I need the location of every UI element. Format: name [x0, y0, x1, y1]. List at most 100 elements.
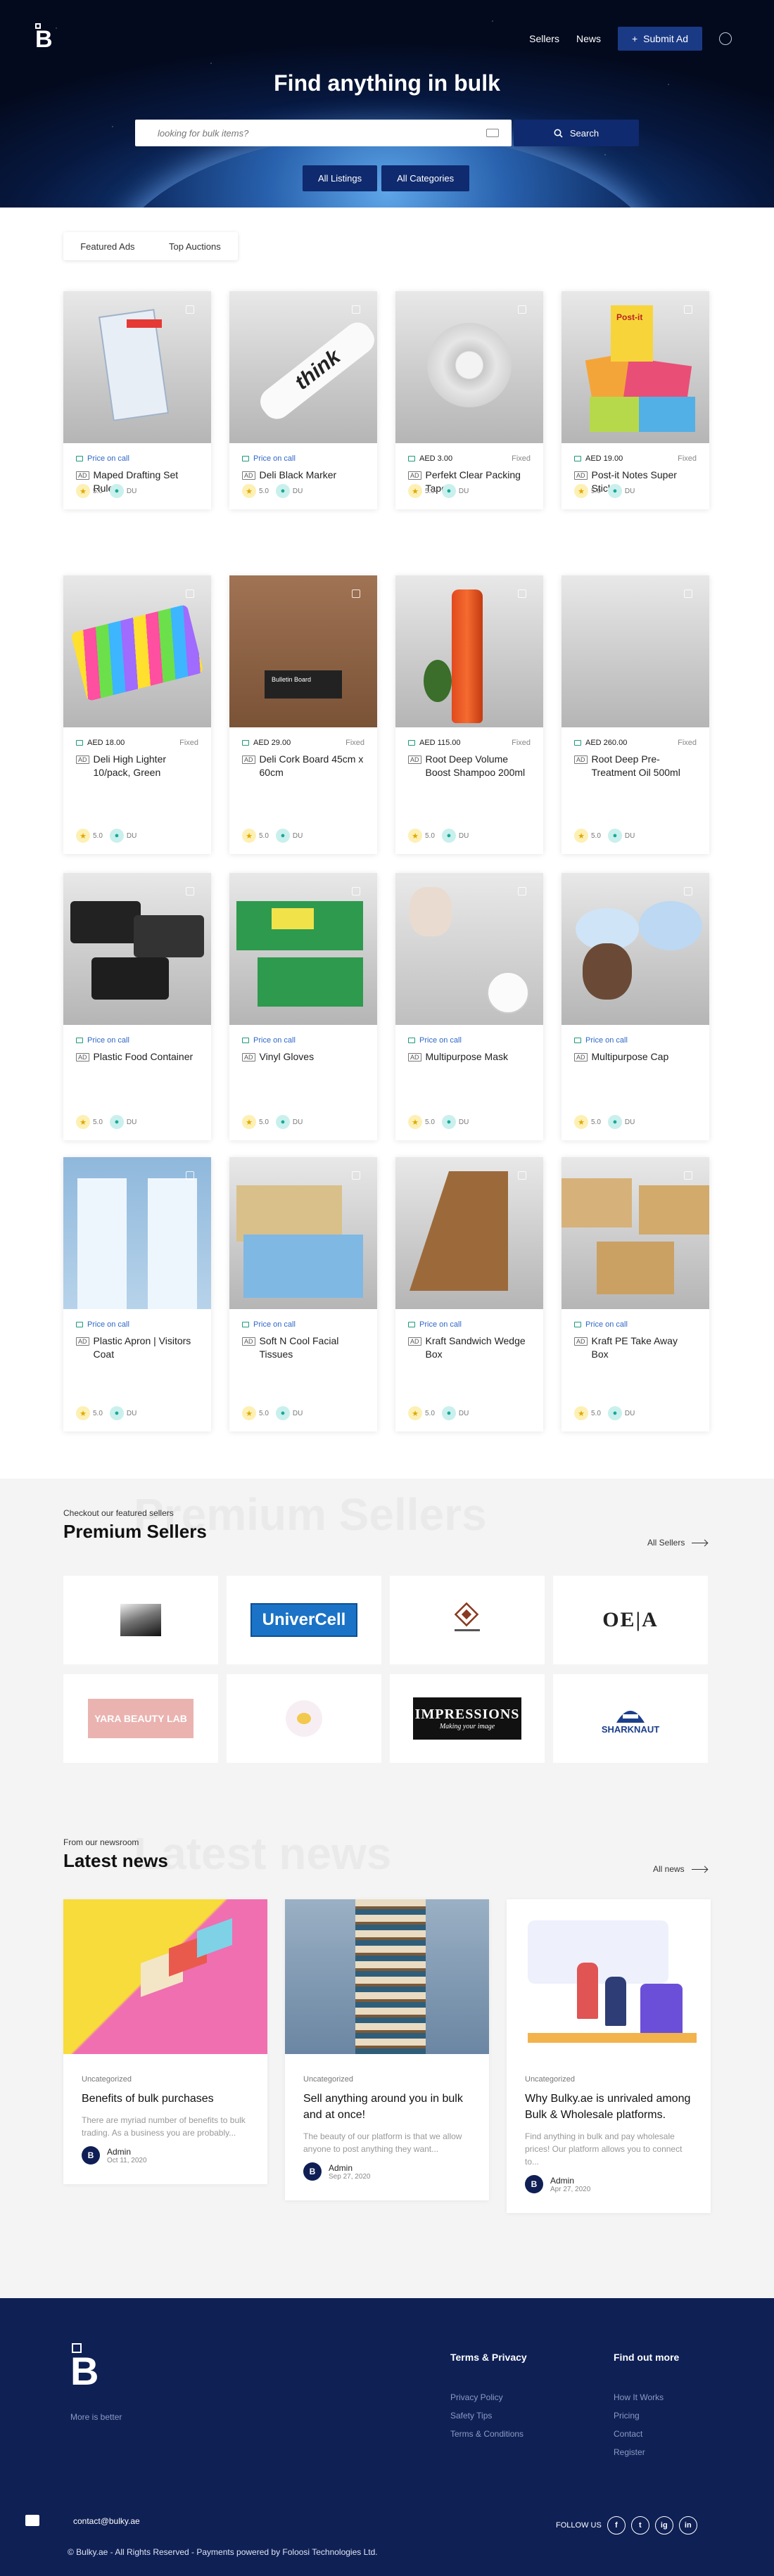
listing-title[interactable]: AD Kraft Sandwich Wedge Box — [408, 1334, 531, 1361]
news-card-2[interactable]: Uncategorized Sell anything around you i… — [285, 1899, 489, 2200]
tab-featured-ads[interactable]: Featured Ads — [80, 241, 134, 252]
link-privacy-policy[interactable]: Privacy Policy — [450, 2388, 524, 2406]
listing-image[interactable] — [63, 575, 211, 727]
listing-card[interactable]: think Price on call AD Deli Black Marker ★ 5.… — [229, 291, 377, 509]
heart-icon[interactable] — [684, 589, 692, 598]
listing-image[interactable] — [562, 873, 709, 1025]
listing-image[interactable] — [229, 873, 377, 1025]
submit-ad-button[interactable]: + Submit Ad — [617, 27, 702, 51]
user-icon[interactable] — [719, 32, 732, 45]
listing-title[interactable]: AD Plastic Apron | Visitors Coat — [76, 1334, 198, 1361]
heart-icon[interactable] — [186, 887, 194, 895]
listing-title[interactable]: AD Deli High Lighter 10/pack, Green — [76, 753, 198, 779]
listing-card[interactable]: AED 3.00 Fixed AD Perfekt Clear Packing Tap… — [395, 291, 543, 509]
chat-icon[interactable] — [25, 2515, 39, 2526]
listing-image[interactable] — [229, 1157, 377, 1309]
link-pricing[interactable]: Pricing — [614, 2406, 664, 2425]
listing-image[interactable] — [562, 1157, 709, 1309]
listing-title[interactable]: AD Deli Black Marker — [242, 468, 364, 482]
link-register[interactable]: Register — [614, 2443, 664, 2461]
heart-icon[interactable] — [518, 887, 526, 895]
listing-card[interactable]: Price on call AD Kraft PE Take Away Box ★ 5.… — [562, 1157, 709, 1432]
heart-icon[interactable] — [186, 305, 194, 314]
listing-card[interactable]: AED 115.00 Fixed AD Root Deep Volume Boost … — [395, 575, 543, 854]
link-terms[interactable]: Terms & Conditions — [450, 2425, 524, 2443]
tab-all-categories[interactable]: All Categories — [381, 165, 470, 191]
search-button[interactable]: Search — [514, 120, 639, 146]
heart-icon[interactable] — [518, 1171, 526, 1180]
listing-title[interactable]: AD Root Deep Pre-Treatment Oil 500ml — [574, 753, 697, 779]
facebook-icon[interactable]: f — [607, 2516, 626, 2534]
seller-logo-sharknaut[interactable]: SHARKNAUT — [553, 1674, 708, 1763]
tab-top-auctions[interactable]: Top Auctions — [169, 241, 221, 252]
nav-sellers[interactable]: Sellers — [529, 33, 559, 44]
listing-image[interactable] — [63, 1157, 211, 1309]
search-input[interactable] — [135, 120, 512, 146]
linkedin-icon[interactable]: in — [678, 2516, 697, 2534]
site-logo[interactable]: B — [35, 23, 56, 53]
listing-card[interactable]: Post-it AED 19.00 Fixed AD Post-it Notes Sup… — [562, 291, 709, 509]
listing-card[interactable]: Price on call AD Multipurpose Cap ★ 5.0 ● DU — [562, 873, 709, 1140]
listing-title[interactable]: AD Root Deep Volume Boost Shampoo 200ml — [408, 753, 531, 779]
listing-card[interactable]: Price on call AD Multipurpose Mask ★ 5.0 ● DU — [395, 873, 543, 1140]
heart-icon[interactable] — [186, 589, 194, 598]
listing-card[interactable]: Price on call AD Soft N Cool Facial Tissue… — [229, 1157, 377, 1432]
heart-icon[interactable] — [518, 589, 526, 598]
listing-title[interactable]: AD Soft N Cool Facial Tissues — [242, 1334, 364, 1361]
listing-title[interactable]: AD Deli Cork Board 45cm x 60cm — [242, 753, 364, 779]
listing-image[interactable]: think — [229, 291, 377, 443]
listing-card[interactable]: Price on call AD Plastic Apron | Visitors … — [63, 1157, 211, 1432]
news-card-1[interactable]: Uncategorized Benefits of bulk purchases… — [63, 1899, 267, 2184]
listing-card[interactable]: AED 260.00 Fixed AD Root Deep Pre-Treatment… — [562, 575, 709, 854]
listing-card[interactable]: Price on call AD Kraft Sandwich Wedge Box ★… — [395, 1157, 543, 1432]
seller-logo-1[interactable] — [63, 1576, 218, 1664]
seller-logo-impressions[interactable]: IMPRESSIONS Making your image — [390, 1674, 545, 1763]
listing-title[interactable]: AD Vinyl Gloves — [242, 1050, 364, 1064]
tab-all-listings[interactable]: All Listings — [303, 165, 378, 191]
heart-icon[interactable] — [186, 1171, 194, 1180]
listing-card[interactable]: Price on call AD Vinyl Gloves ★ 5.0 ● DU — [229, 873, 377, 1140]
link-safety-tips[interactable]: Safety Tips — [450, 2406, 524, 2425]
listing-image[interactable]: Bulletin Board — [229, 575, 377, 727]
heart-icon[interactable] — [352, 589, 360, 598]
instagram-icon[interactable]: ig — [654, 2516, 673, 2534]
seller-logo-yara[interactable]: YARA BEAUTY LAB — [63, 1674, 218, 1763]
twitter-icon[interactable]: t — [630, 2516, 649, 2534]
listing-card[interactable]: Price on call AD Maped Drafting Set Rulers… — [63, 291, 211, 509]
link-how-it-works[interactable]: How It Works — [614, 2388, 664, 2406]
heart-icon[interactable] — [684, 887, 692, 895]
all-sellers-link[interactable]: All Sellers — [647, 1538, 708, 1548]
listing-image[interactable] — [395, 575, 543, 727]
listing-image[interactable] — [395, 1157, 543, 1309]
heart-icon[interactable] — [684, 305, 692, 314]
news-title-2[interactable]: Sell anything around you in bulk and at … — [303, 2091, 471, 2123]
listing-image[interactable] — [562, 575, 709, 727]
listing-card[interactable]: Bulletin Board AED 29.00 Fixed AD Deli Cork … — [229, 575, 377, 854]
news-title-3[interactable]: Why Bulky.ae is unrivaled among Bulk & W… — [525, 2091, 692, 2123]
link-contact[interactable]: Contact — [614, 2425, 664, 2443]
seller-logo-oea[interactable]: OE|A — [553, 1576, 708, 1664]
listing-image[interactable]: Post-it — [562, 291, 709, 443]
listing-image[interactable] — [63, 873, 211, 1025]
listing-image[interactable] — [395, 291, 543, 443]
seller-logo-6[interactable] — [227, 1674, 381, 1763]
all-news-link[interactable]: All news — [653, 1864, 707, 1874]
news-title-1[interactable]: Benefits of bulk purchases — [82, 2091, 249, 2107]
nav-news[interactable]: News — [576, 33, 601, 44]
listing-title[interactable]: AD Kraft PE Take Away Box — [574, 1334, 697, 1361]
heart-icon[interactable] — [352, 887, 360, 895]
footer-logo[interactable]: B — [70, 2343, 99, 2391]
seller-logo-3[interactable] — [390, 1576, 545, 1664]
heart-icon[interactable] — [352, 1171, 360, 1180]
listing-card[interactable]: Price on call AD Plastic Food Container ★ 5.… — [63, 873, 211, 1140]
listing-title[interactable]: AD Multipurpose Cap — [574, 1050, 697, 1064]
heart-icon[interactable] — [684, 1171, 692, 1180]
listing-image[interactable] — [395, 873, 543, 1025]
heart-icon[interactable] — [518, 305, 526, 314]
news-card-3[interactable]: Uncategorized Why Bulky.ae is unrivaled … — [507, 1899, 711, 2213]
listing-image[interactable] — [63, 291, 211, 443]
listing-card[interactable]: AED 18.00 Fixed AD Deli High Lighter 10/pac… — [63, 575, 211, 854]
listing-title[interactable]: AD Multipurpose Mask — [408, 1050, 531, 1064]
listing-title[interactable]: AD Plastic Food Container — [76, 1050, 198, 1064]
footer-email[interactable]: contact@bulky.ae — [73, 2516, 140, 2526]
